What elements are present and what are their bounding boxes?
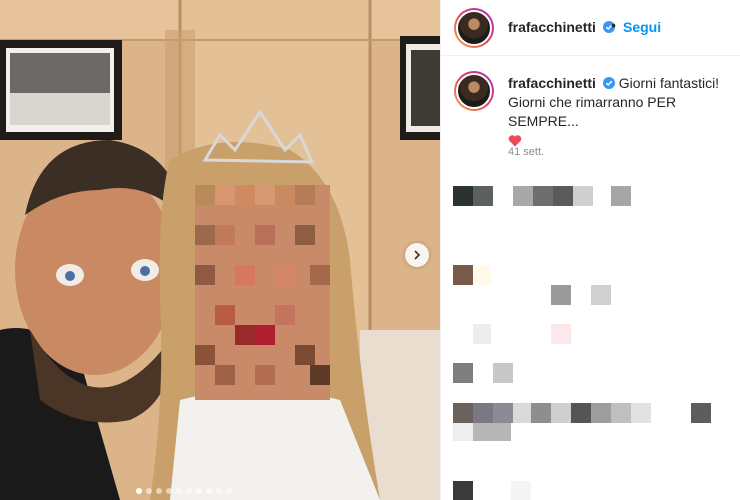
header-username-group: frafacchinetti [508,19,616,37]
carousel-dot [216,488,222,494]
caption-avatar[interactable] [454,71,494,111]
next-slide-button[interactable] [405,243,429,267]
carousel-indicator [136,488,232,494]
username-link[interactable]: frafacchinetti [508,19,596,35]
post-side-panel: frafacchinetti • Segui frafacchinetti Gi… [440,0,740,500]
carousel-dot [136,488,142,494]
carousel-dot [206,488,212,494]
carousel-dot [156,488,162,494]
caption-username-link[interactable]: frafacchinetti [508,75,596,91]
carousel-dot [186,488,192,494]
photo-image [0,0,440,500]
avatar[interactable] [454,8,494,48]
post-timestamp[interactable]: 41 sett. [508,146,544,158]
caption-line-2: Giorni che rimarranno PER SEMPRE... [508,94,677,129]
post-photo [0,0,440,500]
carousel-dot [176,488,182,494]
verified-badge-icon [602,77,615,89]
carousel-dot [166,488,172,494]
pixelated-face [195,185,330,400]
carousel-dot [226,488,232,494]
follow-button[interactable]: Segui [623,19,661,35]
caption-line-1: Giorni fantastici! [618,75,720,91]
chevron-right-icon [414,250,421,260]
caption-text: frafacchinetti Giorni fantastici! Giorni… [508,74,733,147]
carousel-dot [146,488,152,494]
post-header: frafacchinetti • Segui [441,0,740,56]
post-caption: frafacchinetti Giorni fantastici! Giorni… [441,56,740,166]
carousel-dot [196,488,202,494]
separator-dot: • [611,17,616,33]
